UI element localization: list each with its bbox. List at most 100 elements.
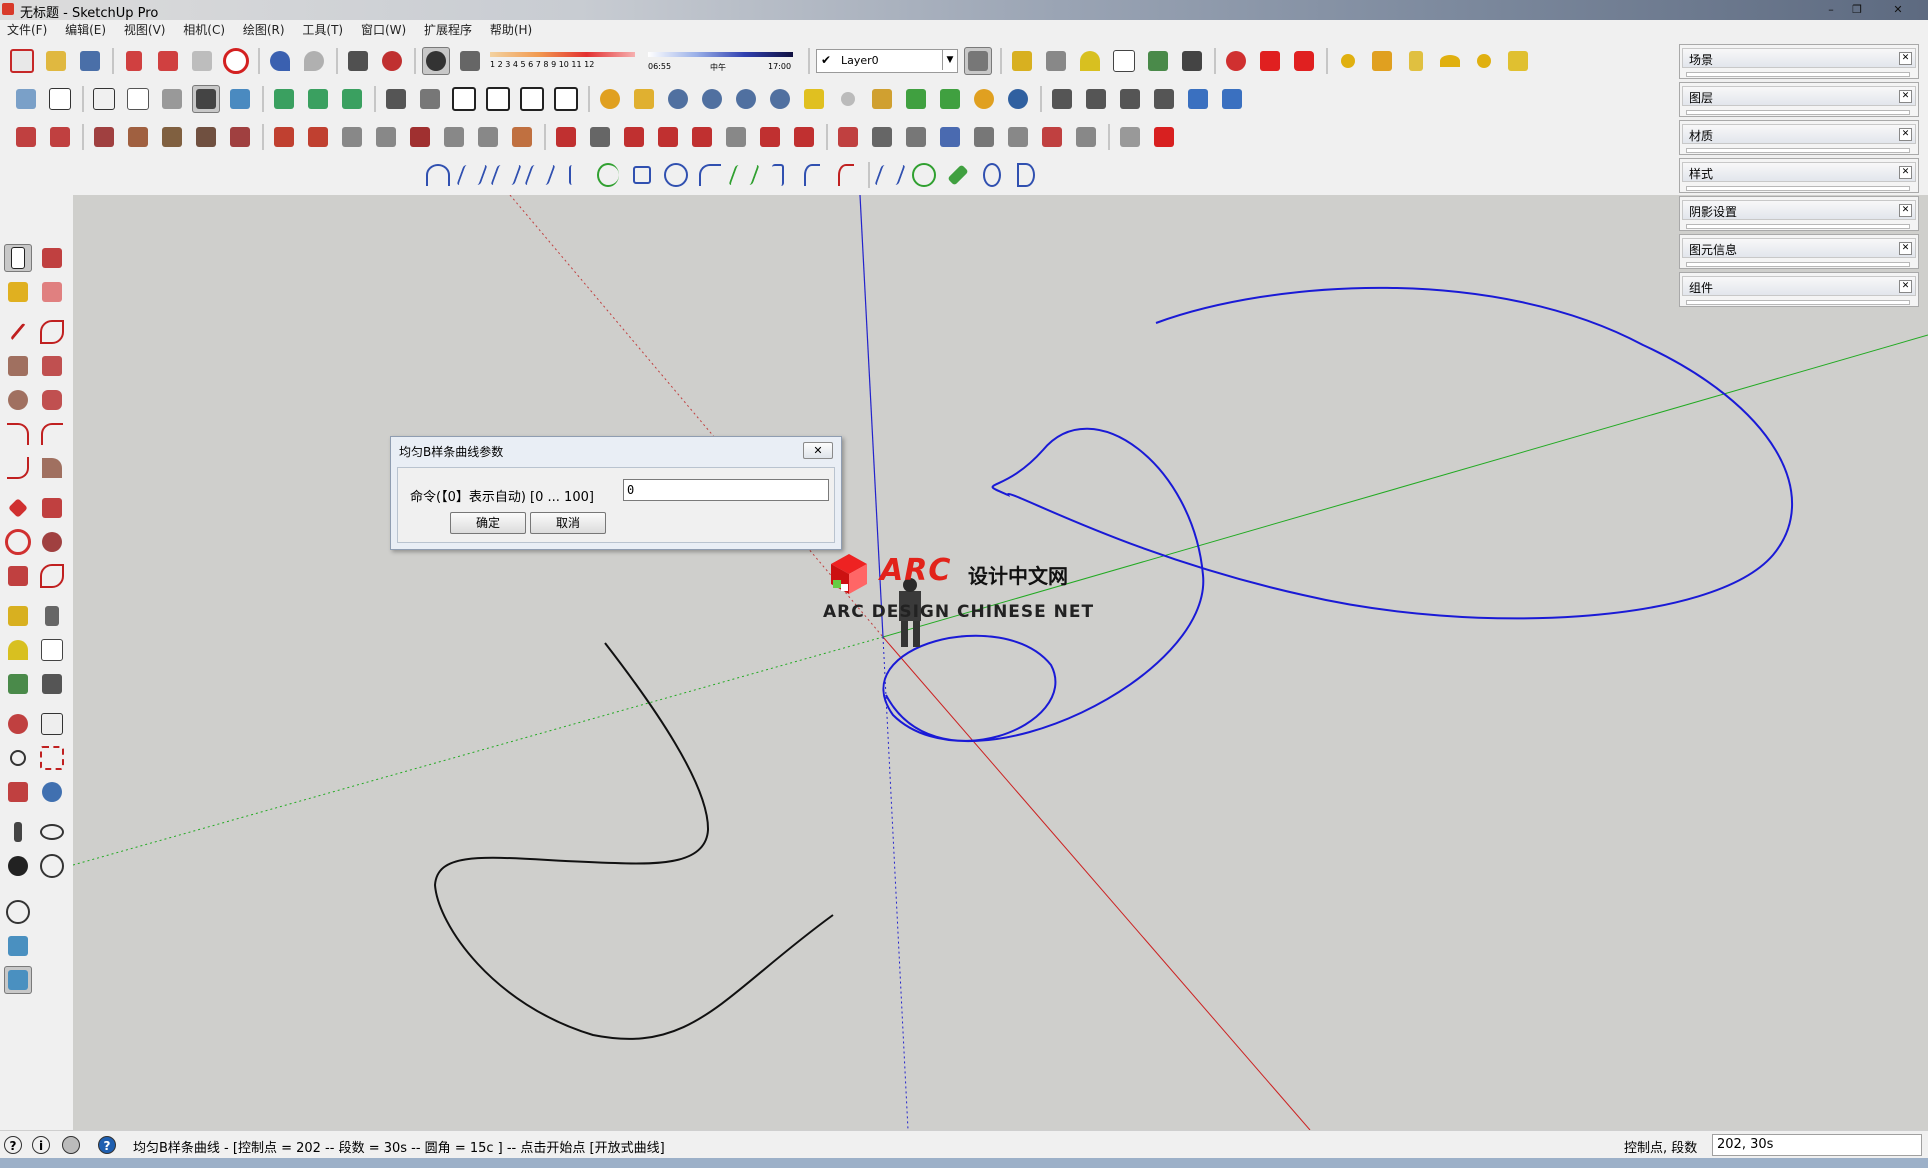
panel-components[interactable]: 组件 ✕ [1679,272,1919,307]
layer-dropdown[interactable]: ✔ Layer0 ▼ [816,49,958,73]
rectangle-button[interactable] [4,352,32,380]
print-button[interactable] [344,47,372,75]
wrench-button[interactable] [944,161,972,189]
catmull-button[interactable] [560,161,588,189]
component-button-4[interactable] [1150,85,1178,113]
edge-tool-button-6[interactable] [440,123,468,151]
component-button-3[interactable] [1116,85,1144,113]
freehand-button[interactable] [38,318,66,346]
help-icon[interactable]: ? [98,1136,116,1154]
ellipse-button[interactable] [978,161,1006,189]
render-target-button[interactable] [970,85,998,113]
cancel-button[interactable]: 取消 [530,512,606,534]
subdivide-button[interactable] [338,85,366,113]
pie-button[interactable] [38,454,66,482]
edge-tool-button-7[interactable] [474,123,502,151]
axes-position-button[interactable] [4,898,32,926]
render-light-button[interactable] [630,85,658,113]
bezier-button[interactable] [424,161,452,189]
round-corner-button[interactable] [798,161,826,189]
edge-tool-button-4[interactable] [372,123,400,151]
curve-tool-button-1[interactable] [552,123,580,151]
section-plane-button[interactable] [1222,47,1250,75]
edge-tool-button-5[interactable] [406,123,434,151]
paint-bucket-button[interactable] [4,278,32,306]
top-view-button[interactable] [46,85,74,113]
render-rt-button[interactable] [698,85,726,113]
render-br-button[interactable] [732,85,760,113]
active-box-button[interactable] [4,966,32,994]
pan-button[interactable] [38,710,66,738]
edge-tool-button-2[interactable] [304,123,332,151]
move-tool-button[interactable] [4,494,32,522]
rotate-tool-button[interactable] [4,528,32,556]
undo-button[interactable] [266,47,294,75]
polygon-button[interactable] [910,161,938,189]
fog-toggle[interactable] [456,47,484,75]
curve-tool-button-5[interactable] [688,123,716,151]
su-app-button[interactable] [1150,123,1178,151]
curve-tool-button-3[interactable] [620,123,648,151]
curve-tool-button-4[interactable] [654,123,682,151]
sandbox-button-2[interactable] [124,123,152,151]
erase-button[interactable] [222,47,250,75]
section-tool-button[interactable] [38,852,66,880]
geo-location-icon[interactable]: ? [4,1136,22,1154]
protractor-button[interactable] [1076,47,1104,75]
menu-tools[interactable]: 工具(T) [302,20,343,40]
axes-button[interactable] [1144,47,1172,75]
render-tree-button[interactable] [902,85,930,113]
edge-tool-button-8[interactable] [508,123,536,151]
text-tool-button[interactable] [38,636,66,664]
panel-header[interactable]: 样式 ✕ [1682,162,1916,182]
freehand-curve[interactable] [433,642,834,1040]
textured-button[interactable] [226,85,254,113]
curve-tool-button-7[interactable] [756,123,784,151]
curve-tool-button-2[interactable] [586,123,614,151]
line-tool-button[interactable] [4,318,32,346]
offset-tool-button[interactable] [38,562,66,590]
open-file-button[interactable] [42,47,70,75]
sandbox-button-3[interactable] [158,123,186,151]
follow-me-button[interactable] [38,528,66,556]
menu-view[interactable]: 视图(V) [124,20,166,40]
copy-button[interactable] [154,47,182,75]
polyline-button[interactable] [628,161,656,189]
panel-materials[interactable]: 材质 ✕ [1679,120,1919,155]
hidden-line-button[interactable] [158,85,186,113]
sandbox-button-5[interactable] [226,123,254,151]
eraser-button[interactable] [38,278,66,306]
close-window-button[interactable]: ✕ [1880,2,1916,17]
house-button-2[interactable] [416,85,444,113]
bspline-button[interactable] [490,161,522,189]
geo-button-3[interactable] [1402,47,1430,75]
previous-view-button[interactable] [38,778,66,806]
panel-header[interactable]: 材质 ✕ [1682,124,1916,144]
model-info-button[interactable] [378,47,406,75]
sandbox-button-1[interactable] [90,123,118,151]
extra-tool-button-3[interactable] [902,123,930,151]
extra-tool-button-8[interactable] [1072,123,1100,151]
extra-tool-button-5[interactable] [970,123,998,151]
close-icon[interactable]: ✕ [1899,128,1912,141]
extra-tool-button-1[interactable] [834,123,862,151]
cut-button[interactable] [120,47,148,75]
render-m-button[interactable] [596,85,624,113]
shadow-date-slider[interactable]: 1 2 3 4 5 6 7 8 9 10 11 12 [490,47,640,75]
new-file-button[interactable] [8,47,36,75]
close-icon[interactable]: ✕ [1899,242,1912,255]
panel-header[interactable]: 阴影设置 ✕ [1682,200,1916,220]
look-around-button[interactable] [38,818,66,846]
zoom-button[interactable] [4,744,32,772]
panel-scenes[interactable]: 场景 ✕ [1679,44,1919,79]
viewport-3d[interactable] [73,195,1928,1130]
spline-button[interactable] [456,161,488,189]
ok-button[interactable]: 确定 [450,512,526,534]
rotated-rectangle-button[interactable] [38,352,66,380]
circle-button[interactable] [4,386,32,414]
dialog-close-button[interactable]: ✕ [803,442,833,459]
iso-view-button[interactable] [12,85,40,113]
menu-edit[interactable]: 编辑(E) [65,20,106,40]
zoom-extents-button[interactable] [4,778,32,806]
close-icon[interactable]: ✕ [1899,90,1912,103]
